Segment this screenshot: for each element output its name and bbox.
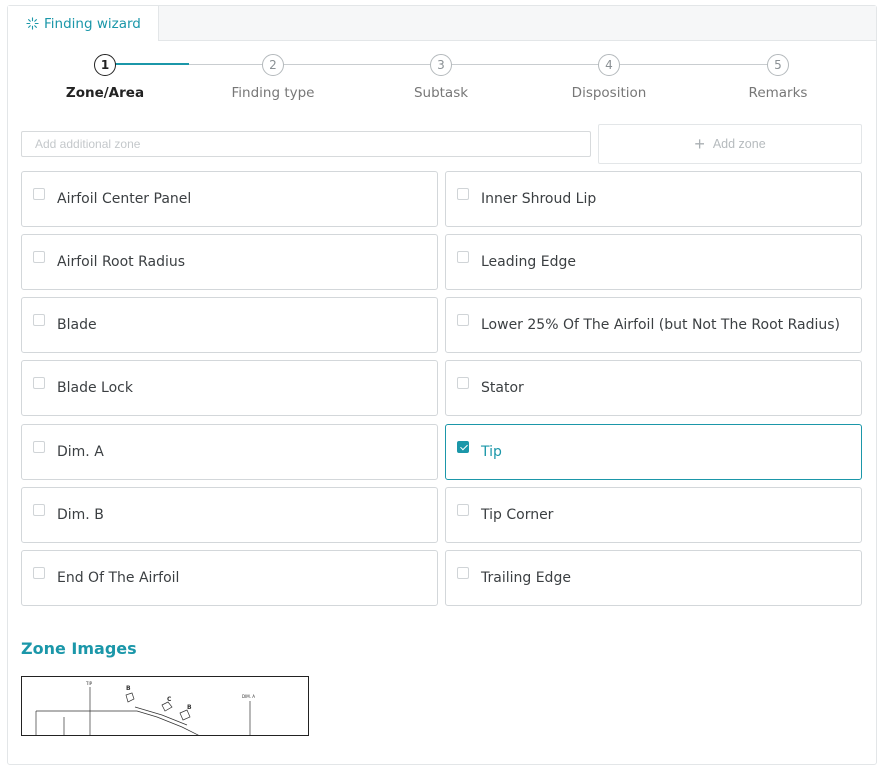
zone-option[interactable]: Blade Lock	[21, 360, 438, 416]
add-zone-label: Add zone	[712, 137, 766, 151]
zone-option[interactable]: Airfoil Root Radius	[21, 234, 438, 290]
zone-checkbox[interactable]	[33, 251, 45, 263]
zone-checkbox[interactable]	[457, 314, 469, 326]
zone-label: Airfoil Center Panel	[57, 191, 192, 207]
drawing-label-dim-a: DIM. A	[242, 694, 255, 699]
zone-label: Leading Edge	[481, 254, 576, 270]
zone-label: Tip	[481, 444, 502, 460]
step-1-circle[interactable]: 1	[94, 54, 116, 76]
stepper-progress	[105, 63, 189, 65]
zone-label: Dim. B	[57, 507, 104, 523]
zone-checkbox[interactable]	[457, 567, 469, 579]
zone-option[interactable]: Tip Corner	[445, 487, 862, 543]
step-4-label[interactable]: Disposition	[539, 85, 679, 101]
zone-label: Stator	[481, 380, 524, 396]
zone-option[interactable]: Airfoil Center Panel	[21, 171, 438, 227]
zone-label: Blade Lock	[57, 380, 133, 396]
zone-checkbox[interactable]	[457, 377, 469, 389]
zone-checkbox[interactable]	[33, 377, 45, 389]
drawing-label-b: B	[126, 685, 131, 692]
zone-label: Blade	[57, 317, 97, 333]
zone-option[interactable]: End Of The Airfoil	[21, 550, 438, 606]
zone-option[interactable]: Inner Shroud Lip	[445, 171, 862, 227]
zone-checkbox[interactable]	[33, 188, 45, 200]
zone-images-title: Zone Images	[21, 639, 137, 658]
zone-label: Trailing Edge	[481, 570, 571, 586]
zone-checkbox[interactable]	[457, 188, 469, 200]
step-5-circle[interactable]: 5	[767, 54, 789, 76]
zone-option-selected[interactable]: Tip	[445, 424, 862, 480]
add-zone-button[interactable]: + Add zone	[598, 124, 862, 164]
zone-option[interactable]: Trailing Edge	[445, 550, 862, 606]
step-2-label[interactable]: Finding type	[203, 85, 343, 101]
zone-option[interactable]: Lower 25% Of The Airfoil (but Not The Ro…	[445, 297, 862, 353]
step-4-circle[interactable]: 4	[598, 54, 620, 76]
zone-diagram-image[interactable]: TIP B C B DIM. A	[21, 676, 309, 736]
step-3-circle[interactable]: 3	[430, 54, 452, 76]
zone-option[interactable]: Dim. A	[21, 424, 438, 480]
zone-label: Tip Corner	[481, 507, 554, 523]
zone-label: Dim. A	[57, 444, 104, 460]
zone-checkbox-checked[interactable]	[457, 441, 469, 453]
step-5-label[interactable]: Remarks	[708, 85, 848, 101]
zone-checkbox[interactable]	[33, 504, 45, 516]
zone-option[interactable]: Blade	[21, 297, 438, 353]
step-3-label[interactable]: Subtask	[371, 85, 511, 101]
zone-checkbox[interactable]	[33, 441, 45, 453]
zone-option[interactable]: Leading Edge	[445, 234, 862, 290]
step-2-circle[interactable]: 2	[262, 54, 284, 76]
zone-checkbox[interactable]	[457, 504, 469, 516]
zone-checkbox[interactable]	[457, 251, 469, 263]
drawing-label-tip: TIP	[85, 681, 93, 686]
blade-drawing: TIP B C B DIM. A	[35, 681, 255, 735]
wizard-stepper: 1 2 3 4 5 Zone/Area Finding type Subtask…	[0, 0, 881, 110]
zone-checkbox[interactable]	[33, 314, 45, 326]
drawing-label-b2: B	[187, 704, 192, 711]
drawing-label-c: C	[167, 696, 172, 703]
additional-zone-input[interactable]	[21, 131, 591, 157]
zone-option[interactable]: Dim. B	[21, 487, 438, 543]
zone-option[interactable]: Stator	[445, 360, 862, 416]
zone-label: Airfoil Root Radius	[57, 254, 186, 270]
zone-label: Lower 25% Of The Airfoil (but Not The Ro…	[481, 317, 840, 333]
step-1-label[interactable]: Zone/Area	[35, 85, 175, 101]
plus-icon: +	[694, 134, 705, 154]
zone-checkbox[interactable]	[33, 567, 45, 579]
zone-label: End Of The Airfoil	[57, 570, 180, 586]
zone-label: Inner Shroud Lip	[481, 191, 597, 207]
